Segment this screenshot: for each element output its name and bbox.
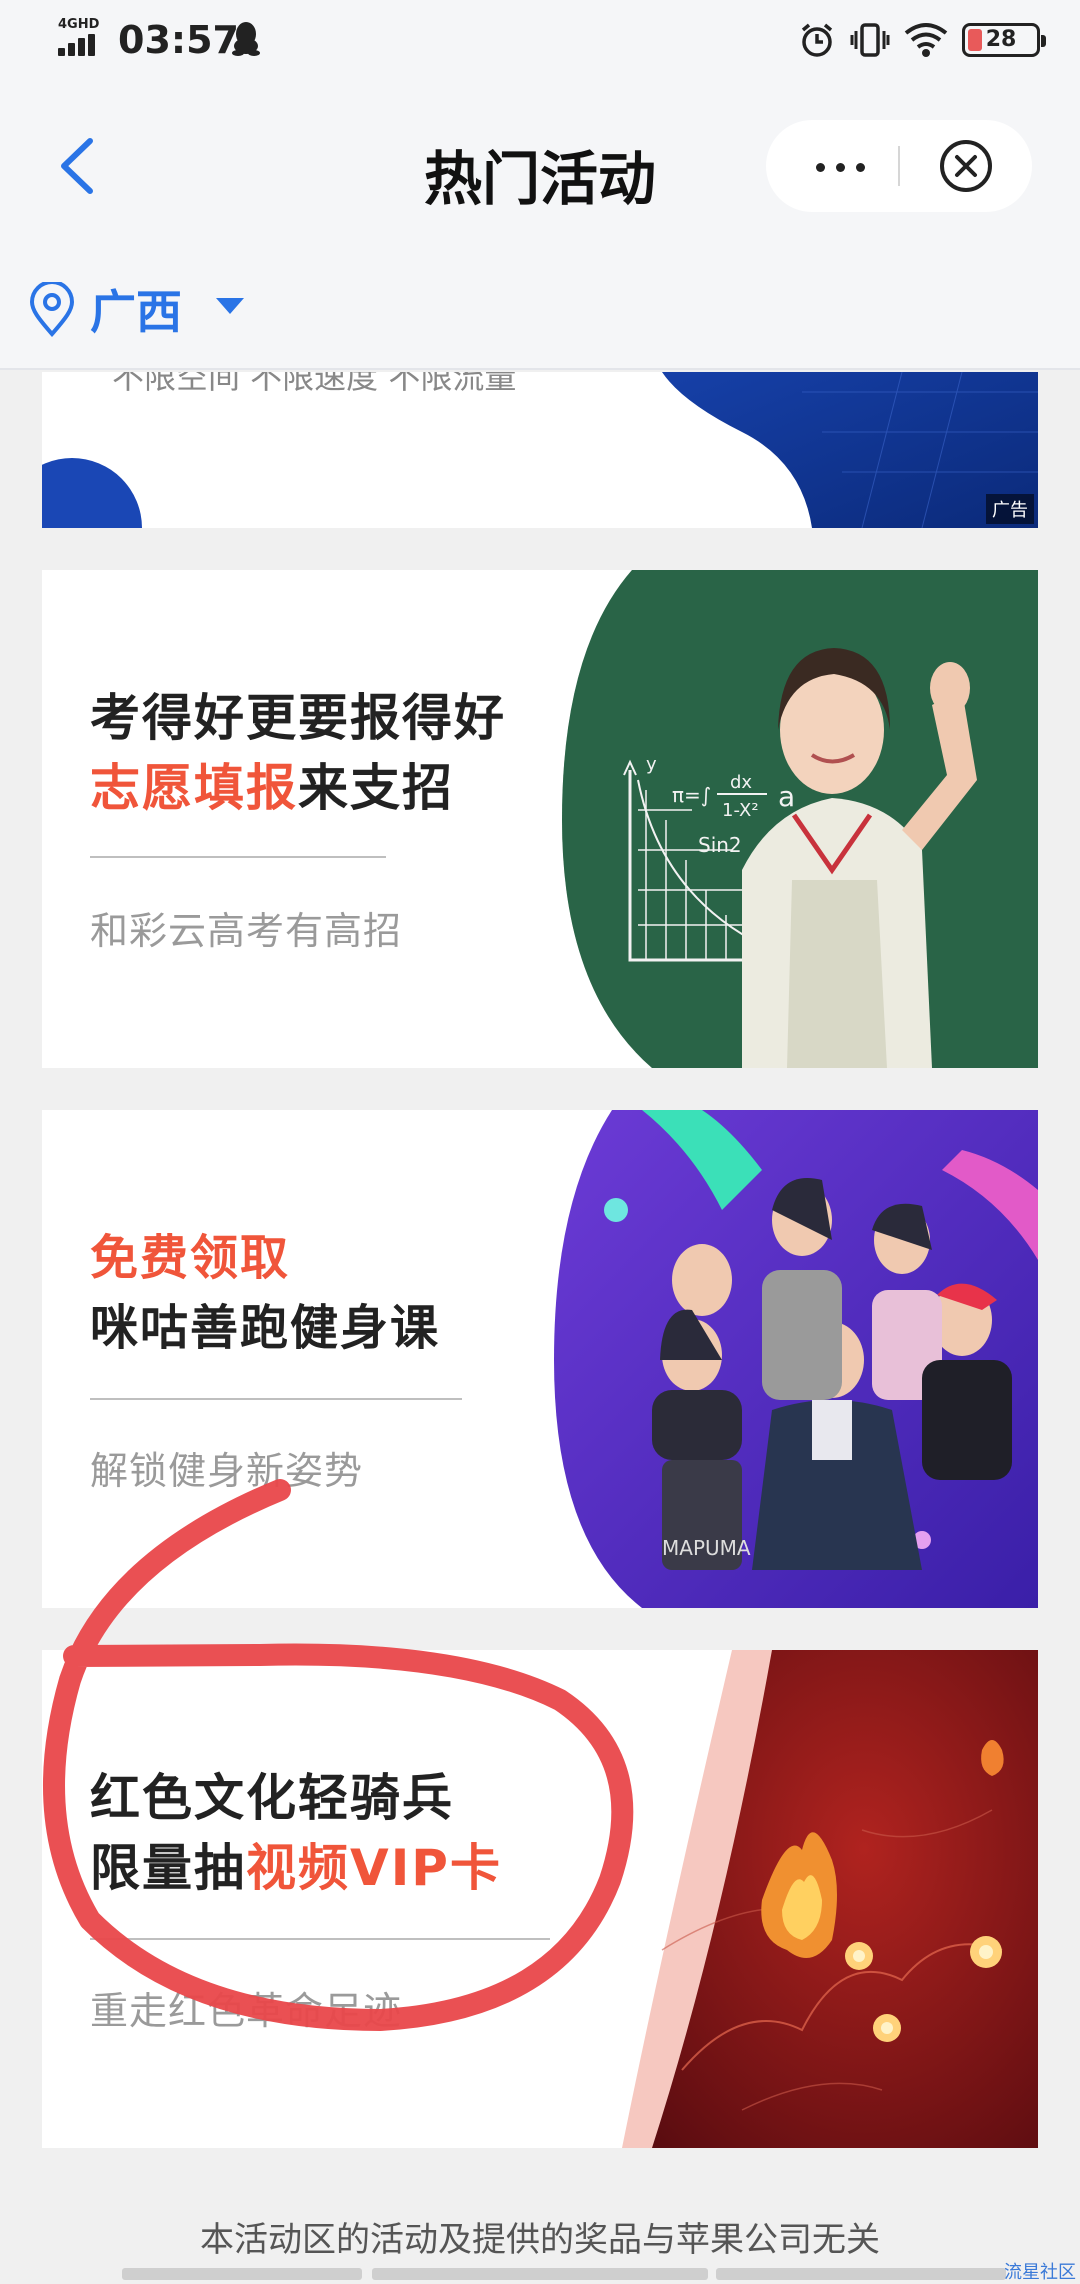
network-type: 4GHD <box>58 17 100 32</box>
card-divider <box>90 856 386 858</box>
footer-bar <box>372 2268 708 2280</box>
qq-notification-icon <box>232 22 260 56</box>
card-subtitle: 解锁健身新姿势 <box>90 1449 364 1493</box>
alarm-icon <box>801 23 833 57</box>
ad-label: 广告 <box>986 494 1034 524</box>
card-title-rest: 来支招 <box>298 759 454 817</box>
wifi-icon <box>904 23 948 57</box>
card-title-highlight: 免费领取 <box>90 1230 291 1286</box>
card-title-line1: 红色文化轻骑兵 <box>90 1769 454 1827</box>
card-divider <box>90 1398 462 1400</box>
card-title-line2: 限量抽视频VIP卡 <box>90 1828 502 1900</box>
svg-text:dx: dx <box>730 772 752 793</box>
status-time: 03:57 <box>118 18 239 62</box>
signal-icon <box>58 34 104 56</box>
card-title-plain: 限量抽 <box>90 1839 246 1897</box>
svg-text:y: y <box>646 754 657 775</box>
svg-text:Sin2: Sin2 <box>698 833 742 857</box>
card-title-line2: 咪咕善跑健身课 <box>90 1300 441 1356</box>
more-icon[interactable] <box>810 148 870 184</box>
close-icon[interactable] <box>938 138 994 194</box>
status-bar: 4GHD 03:57 28 <box>0 0 1080 80</box>
svg-text:1-X²: 1-X² <box>722 800 759 821</box>
footer-bar <box>716 2268 1006 2280</box>
mini-program-capsule <box>766 120 1032 212</box>
capsule-divider <box>898 146 900 186</box>
card-subtitle: 和彩云高考有高招 <box>90 909 403 953</box>
card-title-line1: 免费领取 <box>90 1218 290 1288</box>
card-subtitle: 重走红色革命足迹 <box>90 1989 403 2033</box>
disclaimer-text: 本活动区的活动及提供的奖品与苹果公司无关 <box>200 2220 880 2260</box>
card-title-highlight: 视频VIP卡 <box>246 1839 502 1897</box>
activity-card-ad[interactable]: 不限空间 不限速度 不限流量 广告 <box>42 372 1038 528</box>
location-pin-icon[interactable] <box>28 282 76 338</box>
location-selector[interactable]: 广西 <box>90 276 182 342</box>
activity-card-red-culture[interactable]: 红色文化轻骑兵 限量抽视频VIP卡 重走红色革命足迹 <box>42 1650 1038 2148</box>
dropdown-arrow-icon[interactable] <box>216 298 244 314</box>
card-title-line2: 志愿填报来支招 <box>90 748 454 820</box>
fitness-trainers-image: MAPUMA <box>554 1110 1038 1608</box>
activity-card-gaokao[interactable]: y π=∫ dx 1-X² a Sin2 考得好更要报得好 志愿填报来支招 和彩… <box>42 570 1038 1068</box>
svg-text:MAPUMA: MAPUMA <box>662 1536 751 1560</box>
battery-level: 28 <box>985 27 1017 52</box>
card-title-highlight: 志愿填报 <box>90 759 298 817</box>
footer-bar <box>122 2268 362 2280</box>
activity-card-fitness[interactable]: MAPUMA 免费领取 咪咕善跑健身课 解锁健身新姿势 <box>42 1110 1038 1608</box>
ad-partial-text: 不限空间 不限速度 不限流量 <box>112 372 517 396</box>
vibrate-icon <box>850 23 890 57</box>
watermark: 流星社区 <box>1004 2262 1076 2283</box>
card-divider <box>90 1938 550 1940</box>
card-title-line1: 考得好更要报得好 <box>90 689 506 747</box>
battery-icon: 28 <box>962 23 1046 57</box>
svg-text:π=∫: π=∫ <box>672 783 711 807</box>
title-bar: 热门活动 <box>0 80 1080 250</box>
svg-text:a: a <box>778 780 795 813</box>
